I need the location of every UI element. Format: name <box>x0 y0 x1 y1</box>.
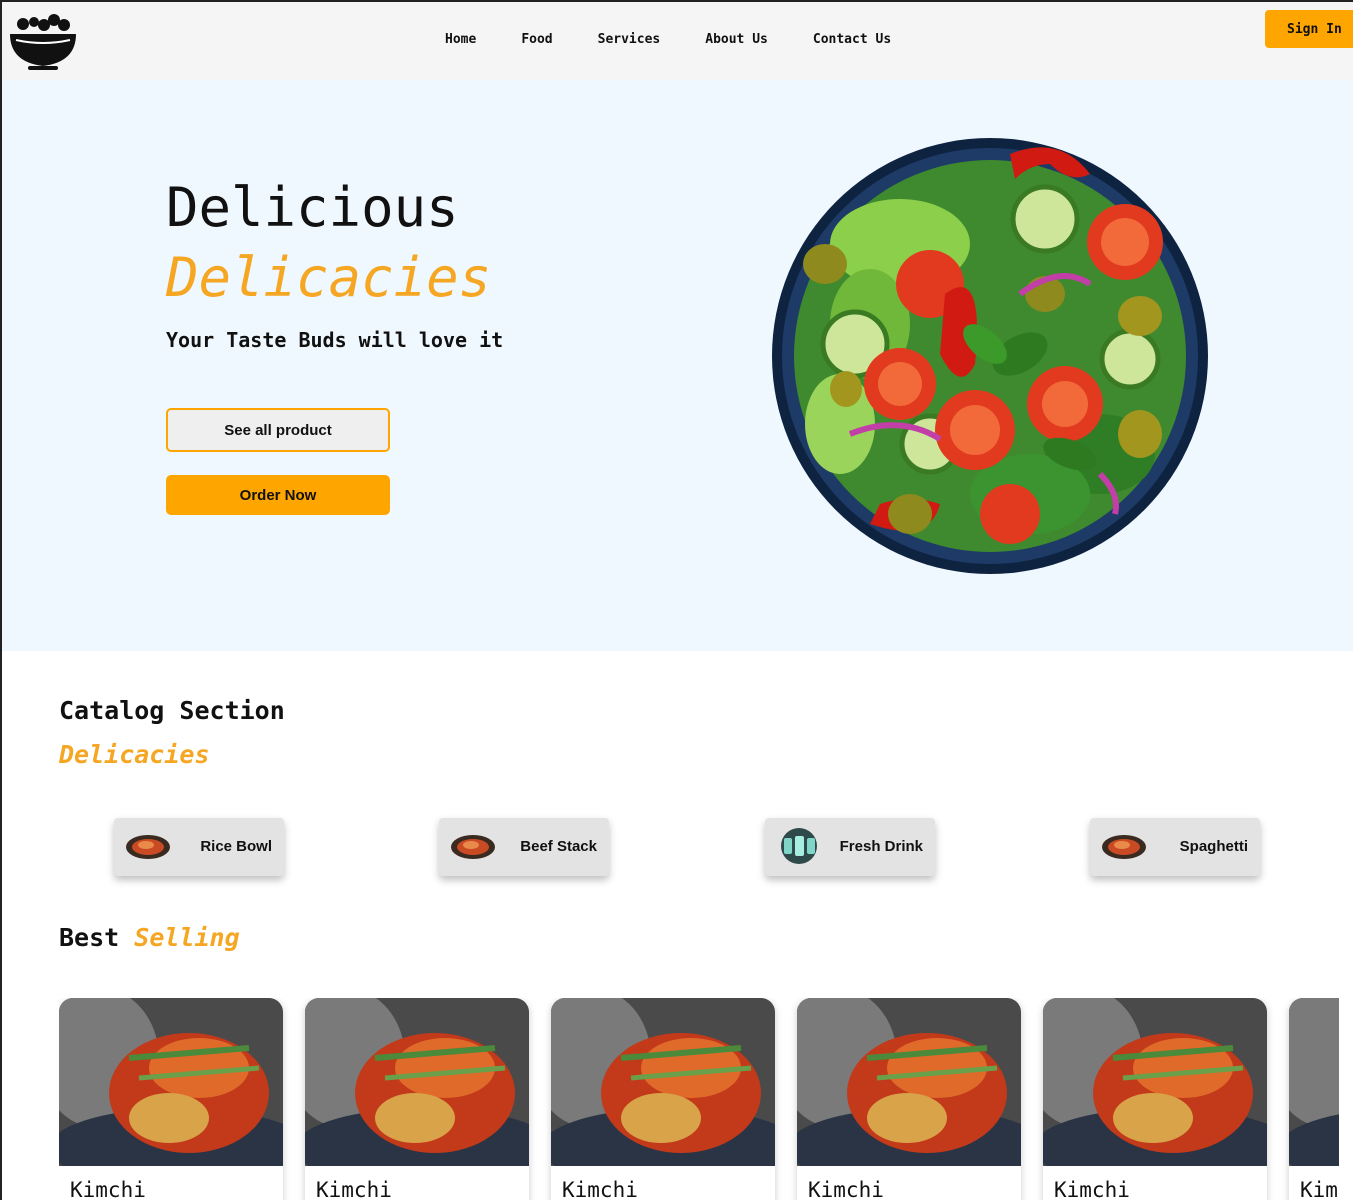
nav-link-about-us[interactable]: About Us <box>705 32 768 47</box>
product-name: Kimchi <box>70 1178 146 1200</box>
hero-title: Delicious <box>166 176 459 239</box>
beef-stack-thumb <box>451 835 495 859</box>
catalog-item-spaghetti[interactable]: Spaghetti <box>1090 818 1260 876</box>
product-card[interactable]: Kimchi <box>1289 998 1339 1200</box>
catalog-item-rice-bowl[interactable]: Rice Bowl <box>114 818 284 876</box>
product-card[interactable]: Kimchi <box>305 998 529 1200</box>
product-name: Kimchi <box>562 1178 638 1200</box>
product-card[interactable]: Kimchi <box>551 998 775 1200</box>
kimchi-image <box>1289 998 1339 1166</box>
catalog-title: Catalog Section <box>59 696 285 725</box>
kimchi-image <box>305 998 529 1166</box>
product-card[interactable]: Kimchi <box>797 998 1021 1200</box>
catalog-subtitle: Delicacies <box>59 740 210 769</box>
product-name: Kimchi <box>1054 1178 1130 1200</box>
fresh-drink-thumb <box>781 828 817 864</box>
product-card[interactable]: Kimchi <box>1043 998 1267 1200</box>
best-selling-title: Best Selling <box>59 923 240 952</box>
catalog-item-beef-stack[interactable]: Beef Stack <box>439 818 609 876</box>
see-all-product-button[interactable]: See all product <box>166 408 390 452</box>
salad-bowl-image <box>772 138 1208 574</box>
hero-section: Delicious Delicacies Your Taste Buds wil… <box>2 80 1353 651</box>
navbar: Home Food Services About Us Contact Us S… <box>2 2 1353 80</box>
catalog-item-fresh-drink[interactable]: Fresh Drink <box>765 818 935 876</box>
product-name: Kimchi <box>808 1178 884 1200</box>
product-name: Kimchi <box>1300 1178 1339 1200</box>
hero-subtitle: Your Taste Buds will love it <box>166 328 504 352</box>
nav-link-home[interactable]: Home <box>445 32 476 47</box>
rice-bowl-thumb <box>126 835 170 859</box>
catalog-item-label: Beef Stack <box>520 838 597 855</box>
best-selling-title-word: Best <box>59 923 120 952</box>
order-now-button[interactable]: Order Now <box>166 475 390 515</box>
catalog-item-label: Spaghetti <box>1179 838 1248 855</box>
nav-links: Home Food Services About Us Contact Us <box>445 32 936 47</box>
kimchi-image <box>551 998 775 1166</box>
best-selling-title-highlight: Selling <box>134 923 240 952</box>
bowl-logo-icon[interactable] <box>8 10 78 74</box>
product-name: Kimchi <box>316 1178 392 1200</box>
nav-link-contact-us[interactable]: Contact Us <box>813 32 891 47</box>
catalog-item-label: Rice Bowl <box>200 838 272 855</box>
sign-in-button[interactable]: Sign In <box>1265 10 1353 48</box>
nav-link-food[interactable]: Food <box>521 32 552 47</box>
spaghetti-thumb <box>1102 835 1146 859</box>
catalog-item-label: Fresh Drink <box>839 838 923 855</box>
kimchi-image <box>59 998 283 1166</box>
kimchi-image <box>797 998 1021 1166</box>
product-card[interactable]: Kimchi <box>59 998 283 1200</box>
best-selling-products: Kimchi Kimchi Kimchi Kimchi Kimchi Kim <box>59 998 1339 1200</box>
hero-title-highlight: Delicacies <box>166 246 492 309</box>
nav-link-services[interactable]: Services <box>598 32 661 47</box>
kimchi-image <box>1043 998 1267 1166</box>
